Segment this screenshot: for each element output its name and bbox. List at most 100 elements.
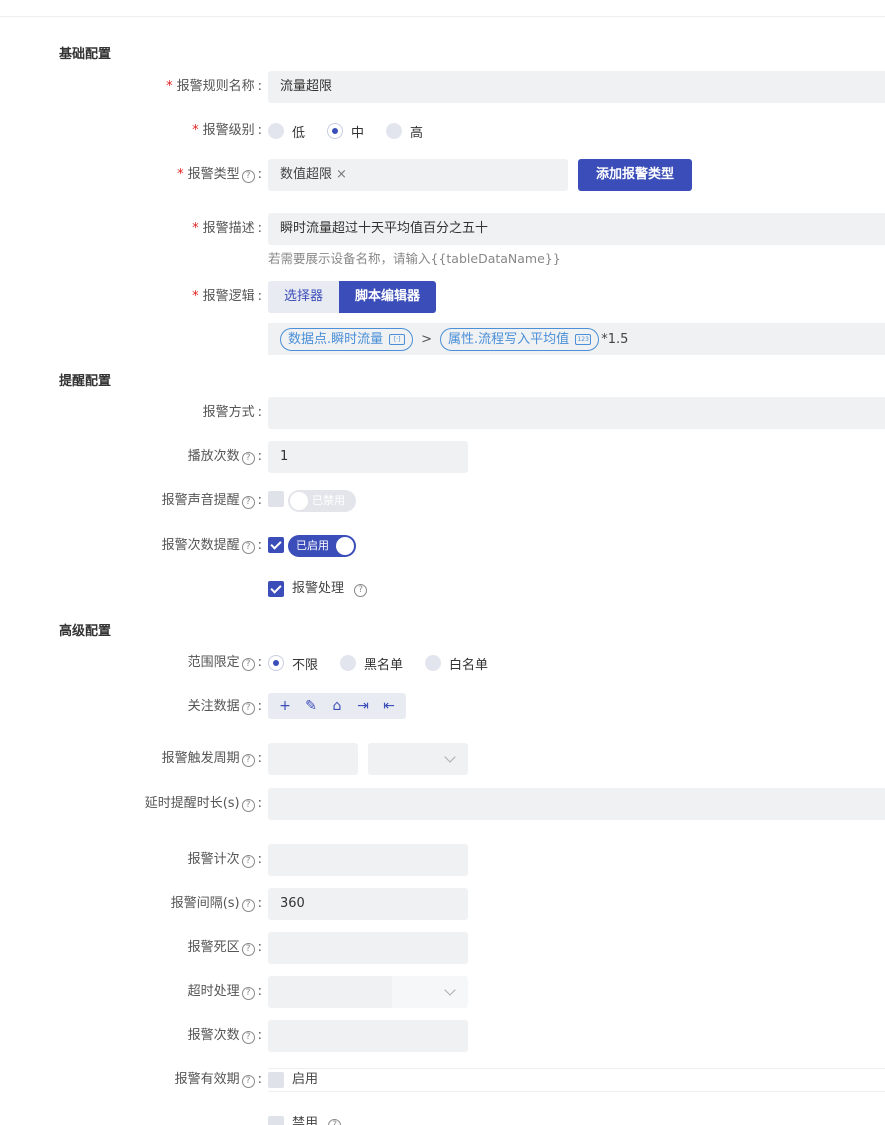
scope-radio-whitelist[interactable]: 白名单 — [425, 654, 488, 673]
focus-data-label: 关注数据?: — [187, 699, 262, 715]
level-radio-group: 低 中 高 — [268, 115, 445, 147]
help-icon[interactable]: ? — [241, 541, 255, 554]
row-level: * 报警级别: 低 中 高 — [0, 115, 885, 147]
help-icon[interactable]: ? — [241, 987, 255, 1000]
help-icon[interactable]: ? — [241, 799, 255, 812]
description-hint: 若需要展示设备名称，请输入{{tableDataName}} — [268, 251, 561, 266]
required-mark: * — [166, 79, 173, 94]
help-icon[interactable]: ? — [241, 855, 255, 868]
help-icon[interactable]: ? — [241, 754, 255, 767]
switch-knob — [290, 492, 308, 510]
export-icon[interactable]: ⇤ — [379, 698, 399, 714]
add-alarm-type-button[interactable]: 添加报警类型 — [578, 159, 692, 191]
disable-label: 禁用 ? — [292, 1108, 342, 1125]
handle-checkbox[interactable] — [268, 581, 284, 597]
help-icon[interactable]: ? — [241, 1075, 255, 1088]
tag-close-icon[interactable]: × — [336, 167, 347, 182]
row-count-remind: 报警次数提醒?: 已启用 — [0, 530, 885, 562]
required-mark: * — [192, 289, 199, 304]
sound-remind-switch[interactable]: 已禁用 — [288, 490, 356, 512]
delay-input[interactable] — [268, 788, 885, 820]
radio-icon — [268, 123, 284, 139]
timeout-select[interactable] — [268, 976, 392, 1008]
disable-checkbox[interactable] — [268, 1116, 284, 1125]
help-icon[interactable]: ? — [328, 1119, 342, 1125]
switch-knob — [336, 537, 354, 555]
row-rule-name: * 报警规则名称: 流量超限 — [0, 71, 885, 103]
building-icon[interactable]: ⌂ — [327, 698, 347, 714]
section-title-advanced: 高级配置 — [59, 624, 112, 639]
section-title-basic: 基础配置 — [59, 47, 112, 62]
method-label: 报警方式: — [202, 405, 262, 420]
count-remind-label: 报警次数提醒?: — [161, 538, 262, 554]
scope-radio-blacklist[interactable]: 黑名单 — [340, 654, 403, 673]
trigger-period-input[interactable] — [268, 743, 358, 775]
trigger-period-label: 报警触发周期?: — [161, 751, 262, 767]
timeout-dropdown[interactable] — [392, 976, 468, 1008]
play-count-label: 播放次数?: — [187, 449, 262, 465]
interval-label: 报警间隔(s)?: — [170, 896, 262, 912]
import-icon[interactable]: ⇥ — [353, 698, 373, 714]
level-radio-mid[interactable]: 中 — [327, 122, 364, 141]
scope-radio-group: 不限 黑名单 白名单 — [268, 647, 510, 679]
row-play-count: 播放次数?: 1 — [0, 441, 885, 473]
row-disable: 禁用 ? — [0, 1108, 885, 1125]
row-validity: 报警有效期?: 启用 — [0, 1064, 885, 1096]
deadband-input[interactable] — [268, 932, 468, 964]
help-icon[interactable]: ? — [241, 943, 255, 956]
method-select[interactable] — [268, 397, 885, 429]
validity-enable-checkbox[interactable] — [268, 1072, 284, 1088]
play-count-input[interactable]: 1 — [268, 441, 468, 473]
chevron-down-icon — [444, 984, 456, 996]
interval-input[interactable]: 360 — [268, 888, 468, 920]
help-icon[interactable]: ? — [241, 658, 255, 671]
scope-radio-unlimited[interactable]: 不限 — [268, 654, 318, 673]
help-icon[interactable]: ? — [241, 452, 255, 465]
add-icon[interactable]: + — [275, 698, 295, 714]
expr-attribute-chip[interactable]: 属性.流程写入平均值 123 — [440, 327, 600, 351]
row-handle: 报警处理 ? — [0, 573, 885, 605]
logic-expression-editor[interactable]: 数据点.瞬时流量 [·] > 属性.流程写入平均值 123 *1.5 — [268, 323, 885, 355]
row-trigger-period: 报警触发周期?: — [0, 743, 885, 775]
sound-remind-checkbox[interactable] — [268, 491, 284, 507]
help-icon[interactable]: ? — [354, 584, 368, 597]
help-icon[interactable]: ? — [241, 899, 255, 912]
validity-label: 报警有效期?: — [174, 1072, 262, 1088]
row-description: * 报警描述: 瞬时流量超过十天平均值百分之五十 — [0, 213, 885, 245]
row-logic: * 报警逻辑: 选择器 脚本编辑器 — [0, 281, 885, 313]
row-interval: 报警间隔(s)?: 360 — [0, 888, 885, 920]
description-input[interactable]: 瞬时流量超过十天平均值百分之五十 — [268, 213, 885, 245]
scope-label: 范围限定?: — [187, 655, 262, 671]
help-icon[interactable]: ? — [241, 496, 255, 509]
logic-mode-tabs: 选择器 脚本编辑器 — [268, 281, 437, 313]
number-icon: 123 — [575, 333, 592, 345]
level-label: * 报警级别: — [192, 123, 262, 138]
required-mark: * — [192, 123, 199, 138]
level-radio-low[interactable]: 低 — [268, 122, 305, 141]
help-icon[interactable]: ? — [241, 702, 255, 715]
required-mark: * — [177, 167, 184, 182]
edit-icon[interactable]: ✎ — [301, 698, 321, 714]
tab-script-editor[interactable]: 脚本编辑器 — [339, 281, 437, 313]
trigger-period-unit-select[interactable] — [368, 743, 468, 775]
type-select[interactable]: 数值超限 × — [268, 159, 568, 191]
row-type: * 报警类型?: 数值超限 × 添加报警类型 — [0, 159, 885, 191]
level-radio-high[interactable]: 高 — [386, 122, 423, 141]
tab-selector[interactable]: 选择器 — [268, 281, 340, 313]
chevron-down-icon — [444, 751, 456, 763]
times-input[interactable] — [268, 1020, 468, 1052]
rule-name-input[interactable]: 流量超限 — [268, 71, 885, 103]
expr-suffix: *1.5 — [601, 331, 629, 347]
times-label: 报警次数?: — [187, 1028, 262, 1044]
count-remind-switch[interactable]: 已启用 — [288, 535, 356, 557]
validity-box — [268, 1068, 885, 1092]
count-remind-checkbox[interactable] — [268, 537, 284, 553]
count-input[interactable] — [268, 844, 468, 876]
help-icon[interactable]: ? — [241, 1031, 255, 1044]
radio-selected-icon — [327, 123, 344, 139]
help-icon[interactable]: ? — [241, 170, 255, 183]
type-label: * 报警类型?: — [177, 167, 262, 183]
row-logic-expression: 数据点.瞬时流量 [·] > 属性.流程写入平均值 123 *1.5 — [0, 323, 885, 355]
expr-datapoint-chip[interactable]: 数据点.瞬时流量 [·] — [280, 327, 414, 351]
description-label: * 报警描述: — [192, 221, 262, 236]
